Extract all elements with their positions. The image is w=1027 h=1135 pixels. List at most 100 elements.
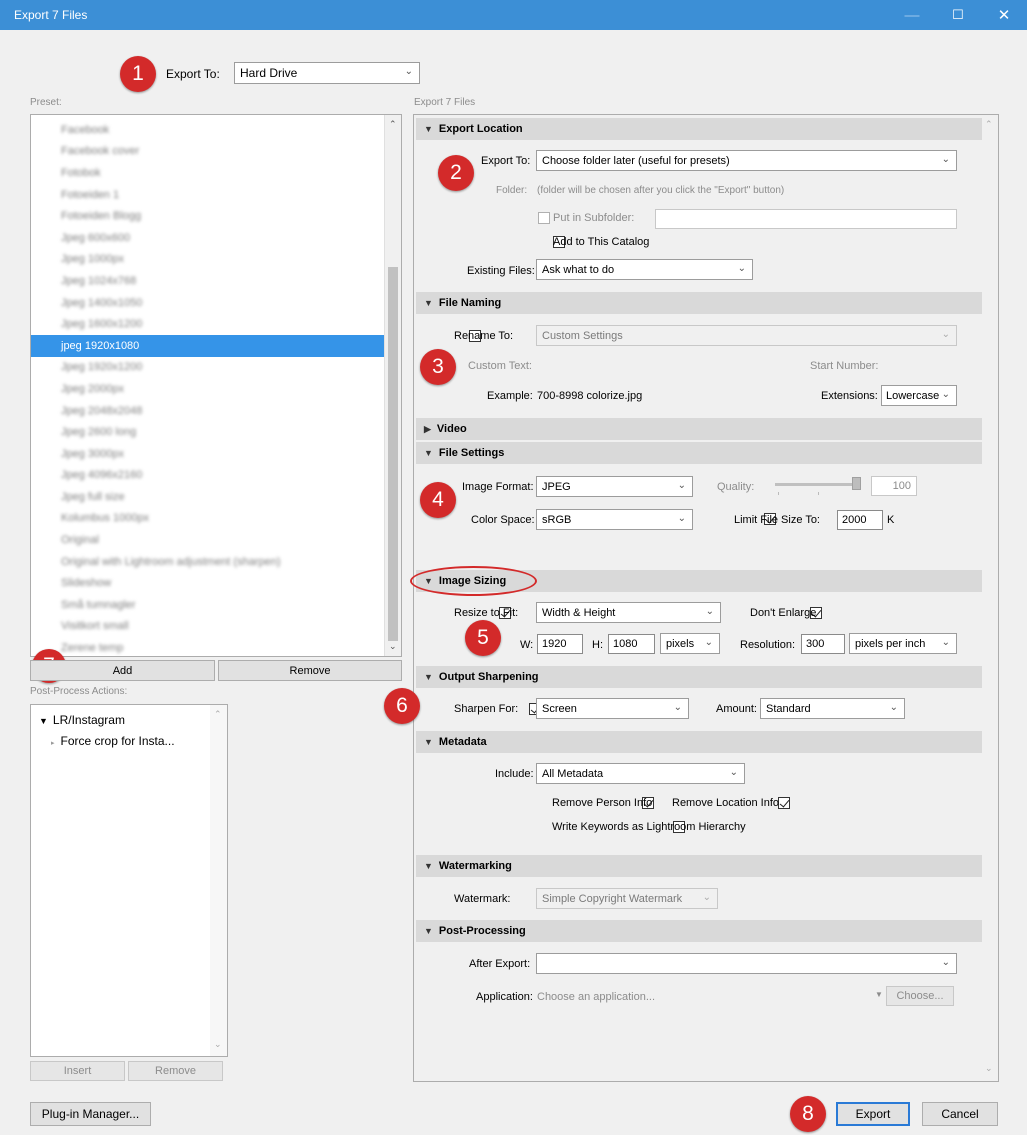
preset-item[interactable]: Jpeg 2048x2048 xyxy=(31,400,386,422)
badge-5: 5 xyxy=(465,620,501,656)
preset-item[interactable]: Jpeg 1000px xyxy=(31,249,386,271)
dropdown-arrow-icon[interactable]: ▼ xyxy=(875,990,883,999)
rename-dropdown[interactable]: Custom Settings ⌄ xyxy=(536,325,957,346)
chevron-down-icon: ⌄ xyxy=(889,702,898,713)
section-file-naming[interactable]: ▼ File Naming xyxy=(416,292,982,314)
preset-item[interactable]: Jpeg 1400x1050 xyxy=(31,292,386,314)
scroll-down-icon[interactable]: ⌄ xyxy=(389,641,397,652)
sharpen-for-dropdown[interactable]: Screen ⌄ xyxy=(536,698,689,719)
extensions-value: Lowercase xyxy=(886,389,940,402)
section-export-location[interactable]: ▼ Export Location xyxy=(416,118,982,140)
maximize-button[interactable]: ☐ xyxy=(935,0,981,30)
image-format-label: Image Format: xyxy=(462,481,534,493)
preset-item[interactable]: Fotoeiden Blogg xyxy=(31,205,386,227)
height-input[interactable]: 1080 xyxy=(608,634,655,654)
color-space-dropdown[interactable]: sRGB ⌄ xyxy=(536,509,693,530)
watermark-dropdown[interactable]: Simple Copyright Watermark ⌄ xyxy=(536,888,718,909)
preset-item[interactable]: Original with Lightroom adjustment (shar… xyxy=(31,551,386,573)
plugin-manager-button[interactable]: Plug-in Manager... xyxy=(30,1102,151,1126)
width-input[interactable]: 1920 xyxy=(537,634,583,654)
start-number-label: Start Number: xyxy=(810,360,879,372)
post-process-tree: ▼ LR/Instagram ▸ Force crop for Insta... ⌃… xyxy=(30,704,228,1057)
preset-item[interactable]: Slideshow xyxy=(31,572,386,594)
quality-input[interactable]: 100 xyxy=(871,476,917,496)
badge-2: 2 xyxy=(438,155,474,191)
preset-item[interactable]: Jpeg 3000px xyxy=(31,443,386,465)
preset-item[interactable]: Visitkort small xyxy=(31,616,386,638)
preset-item[interactable]: Jpeg 2600 long xyxy=(31,421,386,443)
quality-slider[interactable] xyxy=(775,477,861,490)
resize-mode-dropdown[interactable]: Width & Height ⌄ xyxy=(536,602,721,623)
subfolder-input[interactable] xyxy=(655,209,957,229)
add-catalog-label: Add to This Catalog xyxy=(553,236,650,248)
preset-item[interactable]: Fotoeiden 1 xyxy=(31,184,386,206)
export-to-dropdown[interactable]: Hard Drive ⌄ xyxy=(234,62,420,84)
resolution-units-dropdown[interactable]: pixels per inch ⌄ xyxy=(849,633,957,654)
subfolder-checkbox[interactable] xyxy=(538,212,550,225)
preset-item-selected[interactable]: jpeg 1920x1080 xyxy=(31,334,386,357)
limit-size-input[interactable]: 2000 xyxy=(837,510,883,530)
remove-action-button[interactable]: Remove xyxy=(128,1061,223,1081)
example-label: Example: xyxy=(487,390,533,402)
cancel-button[interactable]: Cancel xyxy=(922,1102,998,1126)
folder-value: (folder will be chosen after you click t… xyxy=(537,185,785,196)
preset-item[interactable]: Jpeg 4096x2160 xyxy=(31,465,386,487)
sharpen-label: Sharpen For: xyxy=(454,703,519,715)
include-dropdown[interactable]: All Metadata ⌄ xyxy=(536,763,745,784)
section-output-sharpening[interactable]: ▼ Output Sharpening xyxy=(416,666,982,688)
insert-button[interactable]: Insert xyxy=(30,1061,125,1081)
scrollbar-thumb[interactable] xyxy=(388,267,398,641)
location-export-to-label: Export To: xyxy=(481,155,531,167)
scrollbar[interactable]: ⌃ ⌄ xyxy=(384,115,401,656)
remove-preset-button[interactable]: Remove xyxy=(218,660,402,681)
preset-item[interactable]: Facebook cover xyxy=(31,141,386,163)
collapse-triangle-icon: ▼ xyxy=(424,861,433,871)
choose-application-button[interactable]: Choose... xyxy=(886,986,954,1006)
section-post-processing[interactable]: ▼ Post-Processing xyxy=(416,920,982,942)
existing-files-dropdown[interactable]: Ask what to do ⌄ xyxy=(536,259,753,280)
resolution-input[interactable]: 300 xyxy=(801,634,845,654)
minimize-button[interactable]: — xyxy=(889,0,935,30)
preset-item[interactable]: Små tumnagler xyxy=(31,594,386,616)
extensions-dropdown[interactable]: Lowercase ⌄ xyxy=(881,385,957,406)
tree-root[interactable]: ▼ LR/Instagram xyxy=(39,713,125,727)
preset-item[interactable]: Zerene temp xyxy=(31,637,386,656)
chevron-down-icon: ⌄ xyxy=(737,263,746,274)
size-units-dropdown[interactable]: pixels ⌄ xyxy=(660,633,720,654)
preset-item[interactable]: Jpeg 2000px xyxy=(31,378,386,400)
add-preset-button[interactable]: Add xyxy=(30,660,215,681)
close-button[interactable]: ✕ xyxy=(981,0,1027,30)
tree-child[interactable]: ▸ Force crop for Insta... xyxy=(51,734,175,748)
preset-item[interactable]: Fotobok xyxy=(31,162,386,184)
export-button[interactable]: Export xyxy=(836,1102,910,1126)
preset-item[interactable]: Jpeg full size xyxy=(31,486,386,508)
scroll-up-icon: ⌃ xyxy=(985,119,993,129)
tree-scrollbar[interactable]: ⌃ ⌄ xyxy=(210,705,227,1056)
preset-list: Facebook Facebook cover Fotobok Fotoeiden 1… xyxy=(30,114,402,657)
preset-item[interactable]: Jpeg 1024x768 xyxy=(31,270,386,292)
include-label: Include: xyxy=(495,768,534,780)
resolution-units-value: pixels per inch xyxy=(855,637,926,650)
scroll-up-icon[interactable]: ⌃ xyxy=(389,119,397,130)
preset-item[interactable]: Jpeg 1600x1200 xyxy=(31,313,386,335)
amount-dropdown[interactable]: Standard ⌄ xyxy=(760,698,905,719)
section-file-settings[interactable]: ▼ File Settings xyxy=(416,442,982,464)
location-export-to-dropdown[interactable]: Choose folder later (useful for presets)… xyxy=(536,150,957,171)
preset-item[interactable]: Jpeg 600x600 xyxy=(31,227,386,249)
section-watermarking[interactable]: ▼ Watermarking xyxy=(416,855,982,877)
quality-slider-thumb[interactable] xyxy=(852,477,861,490)
remove-location-checkbox[interactable] xyxy=(777,797,790,810)
rename-value: Custom Settings xyxy=(542,329,623,342)
preset-item[interactable]: Facebook xyxy=(31,119,386,141)
scroll-down-icon: ⌄ xyxy=(985,1063,993,1073)
section-video[interactable]: ▶ Video xyxy=(416,418,982,440)
preset-item[interactable]: Original xyxy=(31,529,386,551)
image-format-dropdown[interactable]: JPEG ⌄ xyxy=(536,476,693,497)
settings-scrollbar[interactable]: ⌃ ⌄ xyxy=(981,115,998,1081)
collapse-triangle-icon: ▼ xyxy=(424,298,433,308)
collapse-triangle-icon: ▼ xyxy=(424,124,433,134)
preset-item[interactable]: Jpeg 1920x1200 xyxy=(31,357,386,379)
preset-item[interactable]: Kolumbus 1000px xyxy=(31,508,386,530)
section-metadata[interactable]: ▼ Metadata xyxy=(416,731,982,753)
after-export-dropdown[interactable]: ⌄ xyxy=(536,953,957,974)
